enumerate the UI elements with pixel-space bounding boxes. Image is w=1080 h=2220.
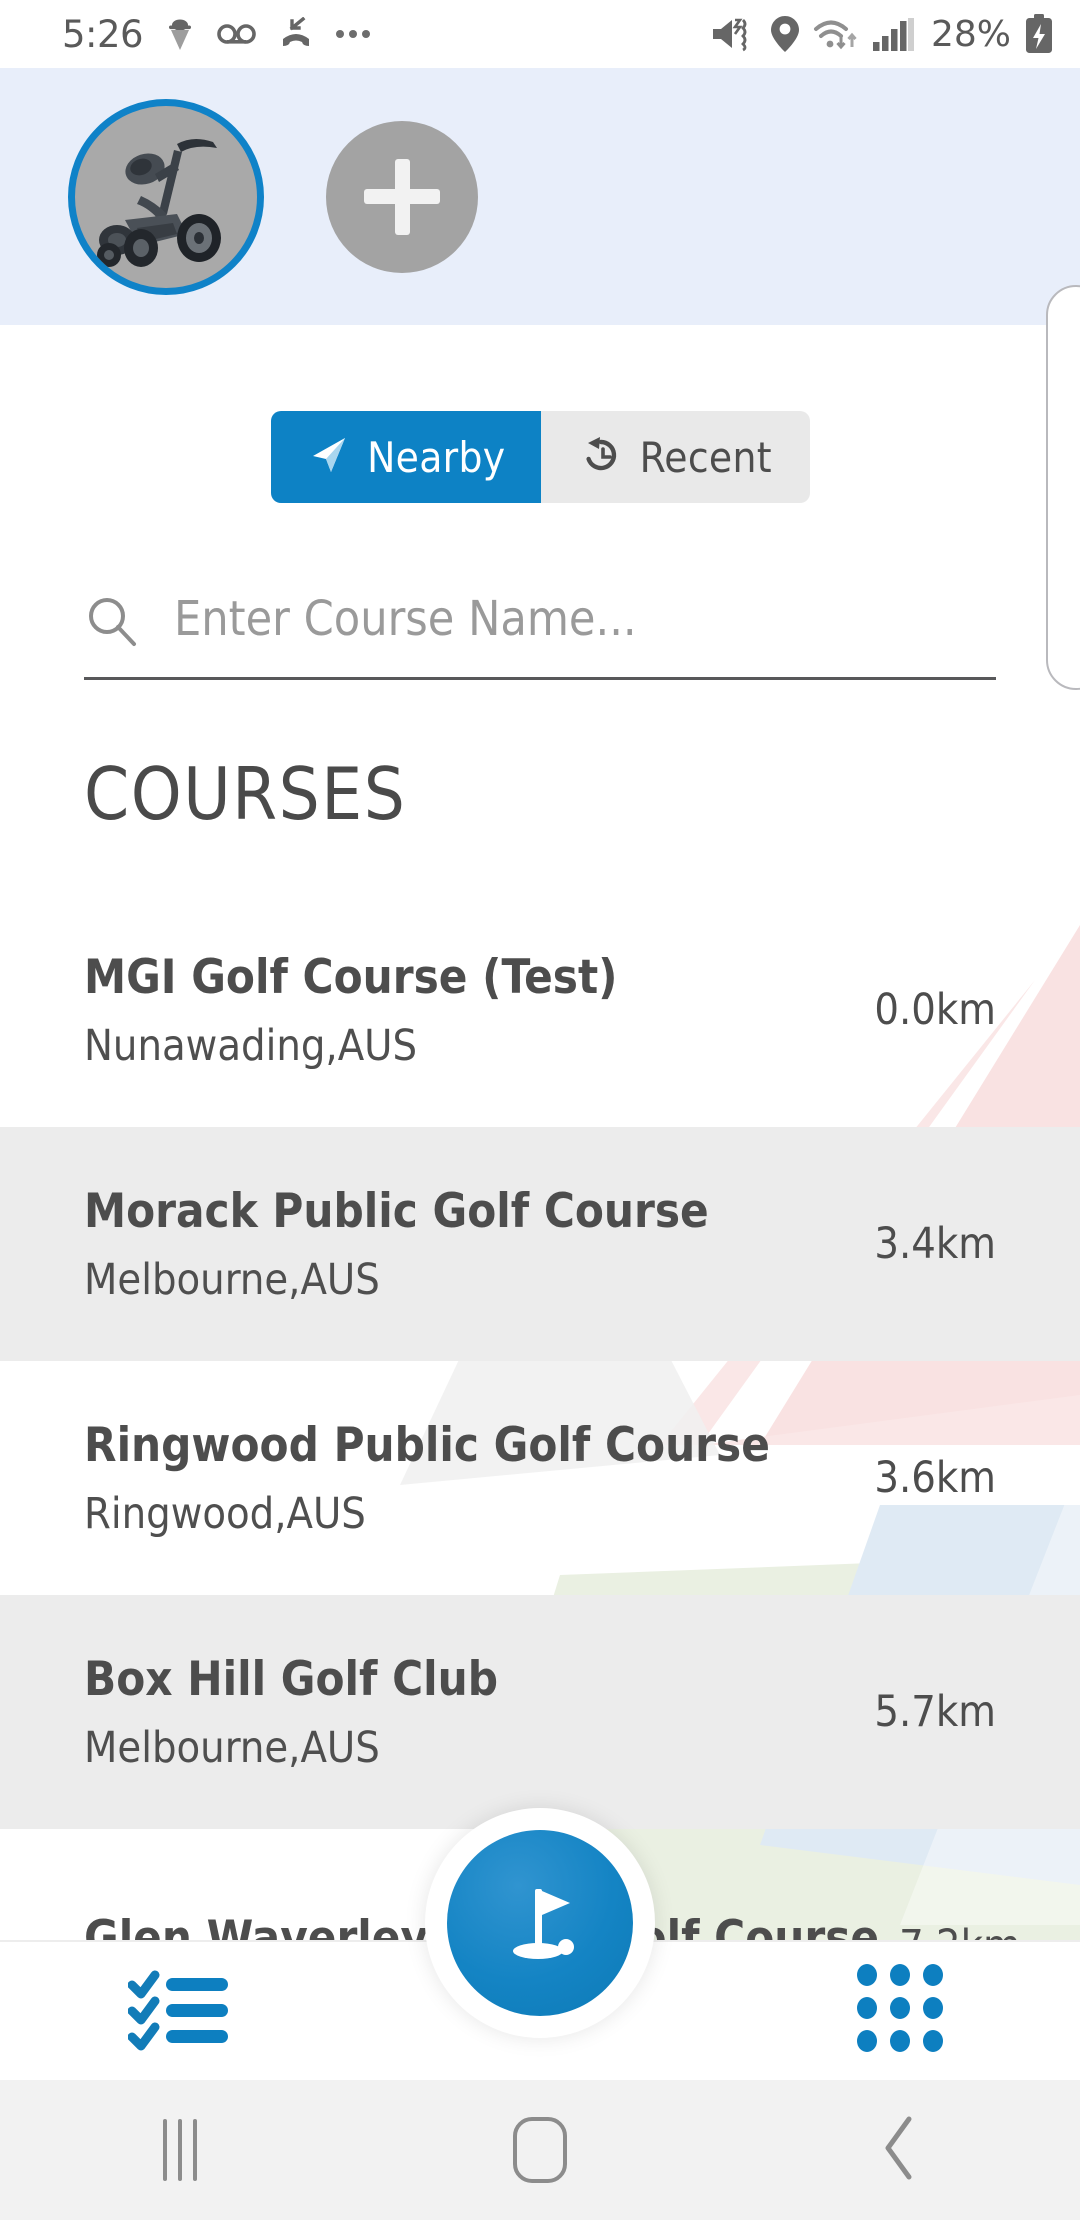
charging-battery-icon bbox=[1024, 14, 1054, 54]
bottom-nav-apps-grid[interactable] bbox=[720, 1963, 1080, 2057]
navigation-arrow-icon bbox=[306, 433, 350, 482]
main-content: Nearby Recent Enter Course Name... COURS… bbox=[0, 325, 1080, 1945]
search-icon bbox=[84, 593, 140, 654]
more-icon bbox=[335, 29, 371, 39]
course-list: MGI Golf Course (Test) Nunawading,AUS 0.… bbox=[0, 893, 1080, 1945]
grid-apps-icon bbox=[856, 1963, 944, 2057]
incognito-icon bbox=[165, 17, 195, 51]
course-distance: 0.0km bbox=[874, 985, 996, 1035]
device-avatar-golf-trolley[interactable] bbox=[68, 98, 264, 295]
course-info: Morack Public Golf Course Melbourne,AUS bbox=[84, 1184, 854, 1305]
tab-nearby[interactable]: Nearby bbox=[271, 411, 541, 503]
course-name: Ringwood Public Golf Course bbox=[84, 1417, 770, 1473]
course-info: MGI Golf Course (Test) Nunawading,AUS bbox=[84, 950, 854, 1071]
status-bar-right: 28% bbox=[711, 14, 1054, 55]
mute-vibrate-icon bbox=[711, 16, 757, 52]
course-distance: 5.7km bbox=[874, 1687, 996, 1737]
home-icon bbox=[513, 2117, 567, 2183]
tab-nearby-label: Nearby bbox=[367, 432, 506, 482]
back-button[interactable] bbox=[720, 2115, 1080, 2186]
recent-apps-icon bbox=[163, 2119, 197, 2181]
course-name: MGI Golf Course (Test) bbox=[84, 949, 618, 1005]
signal-bars-icon bbox=[872, 16, 914, 52]
golf-trolley-image bbox=[81, 122, 251, 272]
location-pin-icon bbox=[770, 15, 800, 53]
course-info: Ringwood Public Golf Course Ringwood,AUS bbox=[84, 1418, 854, 1539]
battery-percent: 28% bbox=[930, 13, 1011, 55]
course-name: Box Hill Golf Club bbox=[84, 1651, 499, 1707]
course-distance: 3.6km bbox=[874, 1453, 996, 1503]
recent-apps-button[interactable] bbox=[0, 2119, 360, 2181]
play-golf-fab[interactable] bbox=[425, 1808, 655, 2038]
golf-flag-icon bbox=[492, 1873, 588, 1974]
device-selector-bar bbox=[0, 68, 1080, 325]
status-bar: 5:26 28% bbox=[0, 0, 1080, 68]
add-device-button[interactable] bbox=[326, 120, 478, 273]
app-screen: 5:26 28% Nearby Recent Enter Course Name… bbox=[0, 0, 1080, 2220]
table-row[interactable]: Box Hill Golf Club Melbourne,AUS 5.7km bbox=[0, 1595, 1080, 1829]
search-input[interactable] bbox=[174, 590, 996, 657]
page-title: COURSES bbox=[84, 752, 407, 836]
tab-recent[interactable]: Recent bbox=[540, 411, 810, 503]
course-location: Ringwood,AUS bbox=[84, 1488, 366, 1539]
fab-inner[interactable] bbox=[447, 1830, 633, 2016]
missed-call-icon bbox=[279, 17, 313, 51]
history-icon bbox=[579, 433, 623, 482]
course-location: Nunawading,AUS bbox=[84, 1020, 418, 1071]
nearby-recent-toggle: Nearby Recent bbox=[271, 411, 810, 503]
voicemail-icon bbox=[217, 23, 257, 45]
table-row[interactable]: Ringwood Public Golf Course Ringwood,AUS… bbox=[0, 1361, 1080, 1595]
checklist-icon bbox=[127, 1963, 232, 2058]
back-icon bbox=[880, 2115, 920, 2186]
course-location: Melbourne,AUS bbox=[84, 1722, 380, 1773]
search-bar bbox=[84, 570, 996, 680]
status-clock: 5:26 bbox=[62, 12, 144, 56]
tab-recent-label: Recent bbox=[639, 432, 772, 482]
course-distance: 3.4km bbox=[874, 1219, 996, 1269]
course-info: Box Hill Golf Club Melbourne,AUS bbox=[84, 1652, 854, 1773]
android-navigation-bar bbox=[0, 2080, 1080, 2220]
table-row[interactable]: MGI Golf Course (Test) Nunawading,AUS 0.… bbox=[0, 893, 1080, 1127]
course-name: Morack Public Golf Course bbox=[84, 1183, 709, 1239]
table-row[interactable]: Morack Public Golf Course Melbourne,AUS … bbox=[0, 1127, 1080, 1361]
wifi-icon bbox=[813, 16, 859, 52]
status-bar-left: 5:26 bbox=[62, 13, 371, 56]
course-location: Melbourne,AUS bbox=[84, 1254, 380, 1305]
home-button[interactable] bbox=[360, 2117, 720, 2183]
bottom-nav-checklist[interactable] bbox=[0, 1963, 360, 2058]
